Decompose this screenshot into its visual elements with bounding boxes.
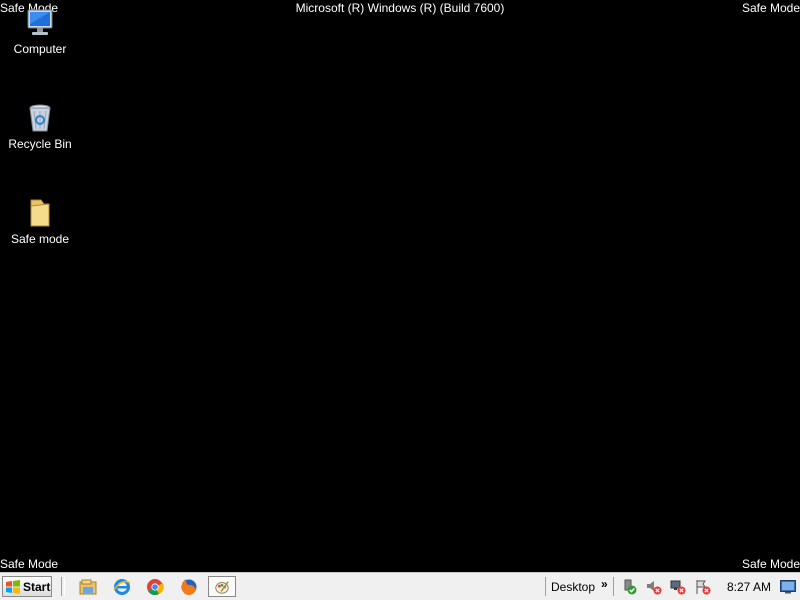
windows-logo-icon xyxy=(6,579,20,594)
desktop-icon-computer[interactable]: Computer xyxy=(0,6,80,56)
desktop-toolbar-label[interactable]: Desktop xyxy=(551,580,595,594)
toolbar-separator xyxy=(545,577,546,596)
computer-icon xyxy=(27,9,53,35)
tray-separator xyxy=(613,577,614,596)
desktop-icon-label: Recycle Bin xyxy=(8,137,72,151)
firefox-icon[interactable] xyxy=(180,578,198,596)
chrome-icon[interactable] xyxy=(146,578,164,596)
start-label: Start xyxy=(23,579,51,594)
taskbar-grip[interactable] xyxy=(61,577,65,596)
desktop-icon-label: Safe mode xyxy=(10,232,70,246)
start-button[interactable]: Start xyxy=(2,576,52,597)
desktop-icon-safe-mode-folder[interactable]: Safe mode xyxy=(0,196,80,246)
desktop-icon-label: Computer xyxy=(13,42,67,56)
folder-icon xyxy=(30,199,50,227)
recycle-bin-icon xyxy=(29,104,51,132)
safely-remove-hardware-icon[interactable] xyxy=(621,579,637,595)
safe-mode-label-bottom-right: Safe Mode xyxy=(741,557,800,571)
network-disconnected-icon[interactable] xyxy=(670,579,686,595)
desktop-icon-recycle-bin[interactable]: Recycle Bin xyxy=(0,101,80,151)
volume-muted-icon[interactable] xyxy=(646,579,662,595)
show-desktop-icon[interactable] xyxy=(780,580,796,594)
action-center-error-icon[interactable] xyxy=(695,579,711,595)
taskbar: Start Desktop » 8:27 AM xyxy=(0,572,800,600)
safe-mode-label-top-right: Safe Mode xyxy=(741,1,800,15)
clock[interactable]: 8:27 AM xyxy=(727,580,771,594)
paint-taskbar-button[interactable] xyxy=(208,576,236,597)
build-label: Microsoft (R) Windows (R) (Build 7600) xyxy=(295,1,505,15)
file-explorer-icon[interactable] xyxy=(79,578,97,596)
toolbar-overflow-chevron-icon[interactable]: » xyxy=(601,577,608,591)
paint-icon xyxy=(215,580,229,594)
internet-explorer-icon[interactable] xyxy=(113,578,131,596)
safe-mode-label-bottom-left: Safe Mode xyxy=(0,557,59,571)
